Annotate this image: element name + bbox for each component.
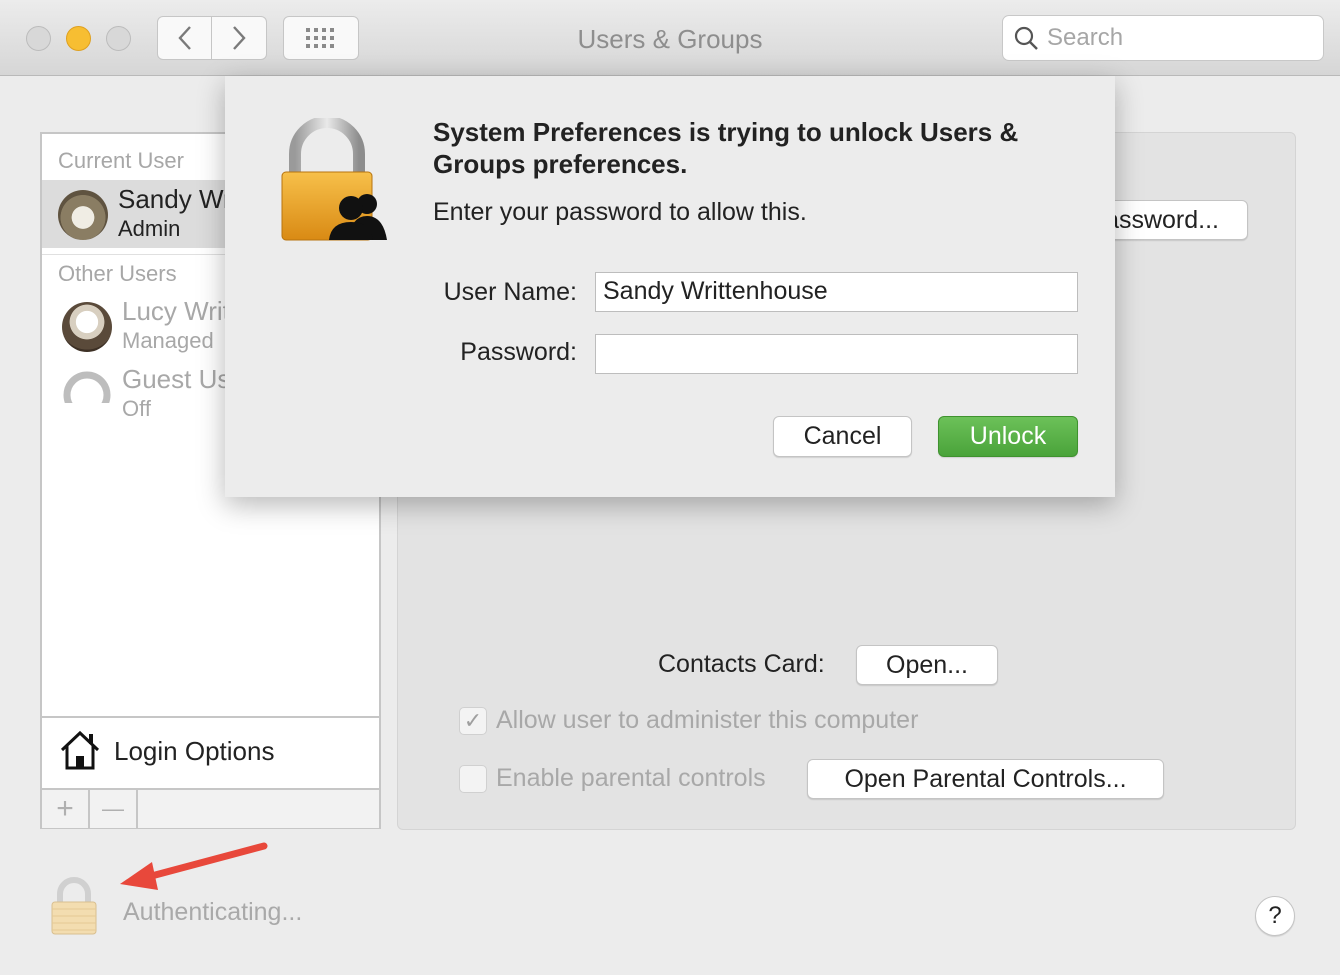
allow-admin-checkbox[interactable]: ✓ — [459, 707, 487, 735]
search-icon — [1014, 26, 1038, 50]
help-button[interactable]: ? — [1255, 896, 1295, 936]
status-text: Authenticating... — [123, 898, 303, 926]
guest-avatar-icon — [62, 370, 112, 420]
open-parental-controls-button[interactable]: Open Parental Controls... — [807, 759, 1164, 799]
house-icon — [60, 730, 100, 770]
user-role: Off — [122, 396, 151, 421]
contacts-card-label: Contacts Card: — [658, 650, 825, 678]
username-label: User Name: — [443, 278, 577, 306]
dialog-message: Enter your password to allow this. — [433, 198, 807, 226]
search-placeholder: Search — [1047, 24, 1124, 51]
padlock-users-icon — [281, 118, 387, 241]
checkmark-icon: ✓ — [463, 708, 483, 733]
avatar — [62, 302, 112, 352]
add-user-button[interactable]: + — [42, 790, 90, 828]
user-role: Managed — [122, 328, 214, 353]
authentication-dialog: System Preferences is trying to unlock U… — [225, 76, 1115, 497]
dialog-title: System Preferences is trying to unlock U… — [433, 117, 1019, 179]
cancel-button[interactable]: Cancel — [773, 416, 912, 457]
current-user-heading: Current User — [58, 148, 184, 173]
minus-icon: — — [102, 796, 124, 821]
parental-controls-label: Enable parental controls — [496, 764, 766, 792]
open-contacts-button[interactable]: Open... — [856, 645, 998, 685]
login-options-label: Login Options — [114, 736, 275, 766]
user-role: Admin — [118, 216, 181, 241]
avatar — [58, 190, 108, 240]
password-field[interactable] — [595, 334, 1078, 374]
login-options-item[interactable]: Login Options — [42, 716, 379, 788]
parental-controls-checkbox[interactable] — [459, 765, 487, 793]
remove-user-button[interactable]: — — [90, 790, 138, 828]
other-users-heading: Other Users — [58, 261, 177, 286]
title-bar: Users & Groups Search — [0, 0, 1340, 76]
allow-admin-label: Allow user to administer this computer — [496, 706, 919, 734]
password-label: Password: — [460, 338, 577, 366]
unlock-button[interactable]: Unlock — [938, 416, 1078, 457]
plus-icon: + — [56, 792, 74, 825]
search-input[interactable]: Search — [1002, 15, 1324, 61]
list-controls: + — — [42, 788, 379, 828]
annotation-arrow — [120, 842, 268, 890]
username-field[interactable]: Sandy Writtenhouse — [595, 272, 1078, 312]
lock-icon[interactable] — [48, 876, 100, 936]
